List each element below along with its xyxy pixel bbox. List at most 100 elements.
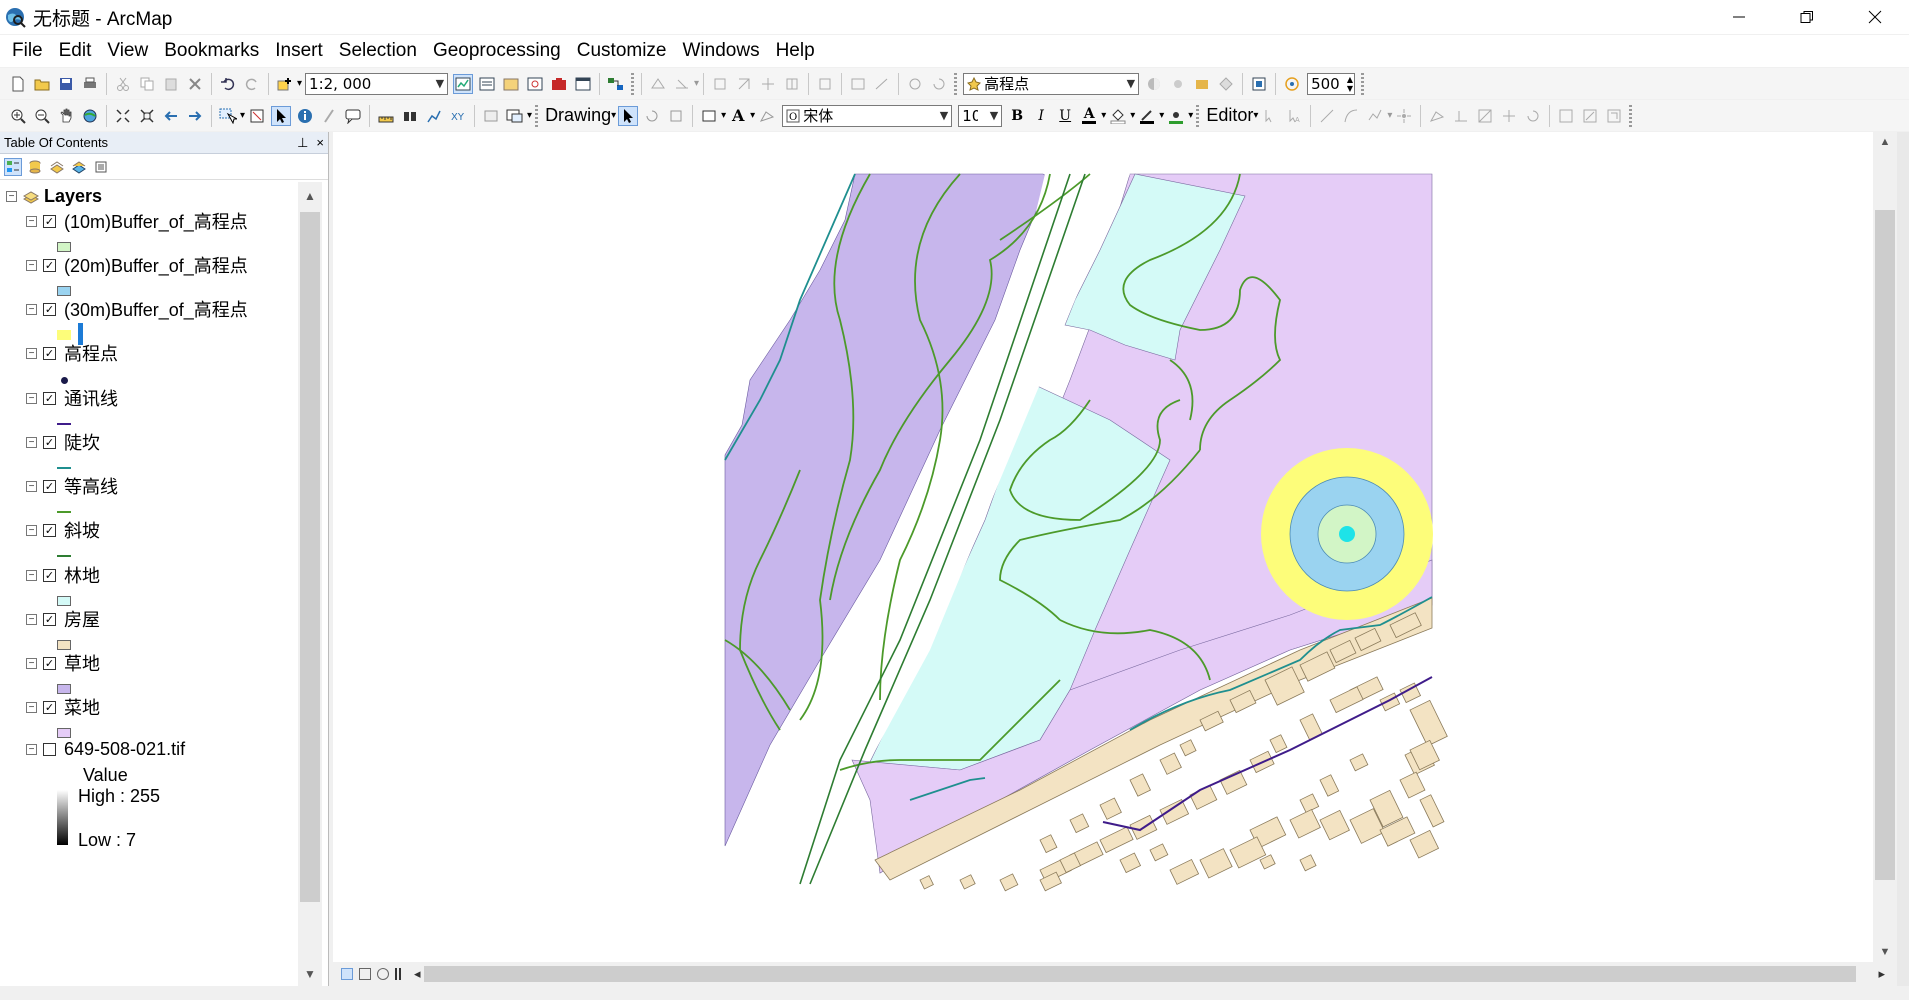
house-block[interactable] bbox=[1329, 686, 1364, 714]
house-block[interactable] bbox=[1399, 771, 1426, 799]
house-block[interactable] bbox=[1069, 813, 1090, 834]
collapse-icon[interactable]: − bbox=[26, 259, 37, 271]
new-text-icon[interactable]: A bbox=[728, 106, 748, 126]
layout-view-icon[interactable] bbox=[359, 968, 371, 980]
font-color-button[interactable]: A bbox=[1079, 106, 1099, 126]
house-block[interactable] bbox=[919, 875, 934, 890]
house-block[interactable] bbox=[1299, 793, 1320, 814]
rectangle-icon[interactable] bbox=[699, 106, 719, 126]
select-features-icon[interactable] bbox=[218, 106, 238, 126]
layer-buffer-10m[interactable]: − ✓ (10m)Buffer_of_高程点 bbox=[26, 208, 248, 234]
zoom-to-elements-icon[interactable] bbox=[666, 106, 686, 126]
legend-line-symbol[interactable] bbox=[57, 423, 71, 425]
layer-visibility-checkbox[interactable]: ✓ bbox=[43, 479, 56, 493]
find-route-icon[interactable] bbox=[424, 106, 444, 126]
menu-file[interactable]: File bbox=[4, 35, 51, 67]
split-tool-icon[interactable] bbox=[1499, 106, 1519, 126]
rotate-tool-icon[interactable] bbox=[1523, 106, 1543, 126]
house-block[interactable] bbox=[999, 873, 1019, 892]
fill-color-icon[interactable] bbox=[1108, 106, 1128, 126]
collapse-icon[interactable]: − bbox=[26, 215, 37, 227]
house-block[interactable] bbox=[1419, 794, 1445, 828]
save-icon[interactable] bbox=[56, 74, 76, 94]
layer-visibility-checkbox[interactable]: ✓ bbox=[43, 612, 56, 626]
layer-raster-tif[interactable]: − 649-508-021.tif bbox=[26, 739, 185, 760]
hyperlink-icon[interactable] bbox=[319, 106, 339, 126]
refresh-view-icon[interactable] bbox=[377, 968, 389, 980]
layer-visibility-checkbox[interactable]: ✓ bbox=[43, 258, 56, 272]
edit-vertices-icon[interactable] bbox=[648, 74, 668, 94]
scroll-up-icon[interactable]: ▲ bbox=[1873, 136, 1897, 148]
editor-dropdown-icon[interactable]: ▾ bbox=[1253, 110, 1258, 121]
edit-vertices-drawing-icon[interactable] bbox=[757, 106, 777, 126]
legend-fill-symbol[interactable] bbox=[57, 728, 71, 738]
straight-segment-icon[interactable] bbox=[1317, 106, 1337, 126]
close-button[interactable] bbox=[1841, 0, 1909, 34]
house-block[interactable] bbox=[1319, 774, 1340, 797]
rotate-element-icon[interactable] bbox=[642, 106, 662, 126]
layer-visibility-checkbox[interactable] bbox=[43, 743, 56, 756]
layer-visibility-checkbox[interactable]: ✓ bbox=[43, 435, 56, 449]
layer-comm-lines[interactable]: − ✓ 通讯线 bbox=[26, 385, 118, 411]
layer-forest[interactable]: − ✓ 林地 bbox=[26, 562, 100, 588]
layer-visibility-checkbox[interactable]: ✓ bbox=[43, 568, 56, 582]
edit-vertices-editor-icon[interactable] bbox=[1427, 106, 1447, 126]
collapse-icon[interactable]: − bbox=[26, 347, 37, 359]
menu-view[interactable]: View bbox=[99, 35, 156, 67]
house-block[interactable] bbox=[1159, 752, 1182, 775]
menu-windows[interactable]: Windows bbox=[675, 35, 768, 67]
effects-icon[interactable] bbox=[1192, 74, 1212, 94]
data-view-icon[interactable] bbox=[341, 968, 353, 980]
legend-fill-symbol[interactable] bbox=[57, 684, 71, 694]
underline-button[interactable]: U bbox=[1055, 106, 1075, 126]
legend-line-symbol[interactable] bbox=[57, 467, 71, 469]
create-viewer-icon[interactable] bbox=[505, 106, 525, 126]
pan-icon[interactable] bbox=[56, 106, 76, 126]
time-slider-icon[interactable] bbox=[481, 106, 501, 126]
data-frame-layers[interactable]: − Layers bbox=[6, 186, 102, 207]
layer-visibility-checkbox[interactable]: ✓ bbox=[43, 302, 56, 316]
house-block[interactable] bbox=[1179, 739, 1197, 757]
collapse-icon[interactable]: − bbox=[26, 613, 37, 625]
point-tool-icon[interactable] bbox=[1394, 106, 1414, 126]
sketch-properties-icon[interactable] bbox=[872, 74, 892, 94]
collapse-icon[interactable]: − bbox=[26, 436, 37, 448]
open-folder-icon[interactable] bbox=[32, 74, 52, 94]
add-data-dropdown-icon[interactable]: ▾ bbox=[297, 78, 302, 89]
model-builder-icon[interactable] bbox=[606, 74, 626, 94]
collapse-icon[interactable]: − bbox=[26, 744, 37, 755]
catalog-window-icon[interactable] bbox=[501, 74, 521, 94]
collapse-icon[interactable]: − bbox=[26, 701, 37, 713]
house-block[interactable] bbox=[1129, 773, 1152, 797]
collapse-icon[interactable]: − bbox=[26, 569, 37, 581]
restore-button[interactable] bbox=[1773, 0, 1841, 34]
pin-icon[interactable]: ⊥ bbox=[297, 135, 308, 151]
layer-buffer-30m[interactable]: − ✓ (30m)Buffer_of_高程点 bbox=[26, 296, 248, 322]
find-icon[interactable] bbox=[400, 106, 420, 126]
attributes-icon[interactable] bbox=[848, 74, 868, 94]
select-elements-icon[interactable] bbox=[271, 105, 292, 126]
menu-customize[interactable]: Customize bbox=[569, 35, 675, 67]
undo-icon[interactable] bbox=[218, 74, 238, 94]
list-by-selection-icon[interactable] bbox=[70, 158, 88, 176]
scroll-down-icon[interactable]: ▼ bbox=[298, 964, 322, 984]
list-by-drawing-order-icon[interactable] bbox=[4, 157, 22, 176]
legend-line-symbol[interactable] bbox=[57, 511, 71, 513]
minimize-button[interactable] bbox=[1705, 0, 1773, 34]
house-block[interactable] bbox=[1289, 808, 1321, 839]
extent-icon[interactable] bbox=[815, 74, 835, 94]
brightness-icon[interactable] bbox=[1168, 74, 1188, 94]
docked-window-strip[interactable] bbox=[1897, 132, 1909, 1000]
delete-icon[interactable] bbox=[185, 74, 205, 94]
house-block[interactable] bbox=[1349, 753, 1369, 772]
cut-polygons-icon[interactable] bbox=[1475, 106, 1495, 126]
menu-help[interactable]: Help bbox=[768, 35, 823, 67]
marker-color-icon[interactable] bbox=[1166, 106, 1186, 126]
collapse-icon[interactable]: − bbox=[26, 480, 37, 492]
line-color-icon[interactable] bbox=[1137, 106, 1157, 126]
editor-menu[interactable]: Editor bbox=[1206, 105, 1253, 126]
search-window-icon[interactable] bbox=[525, 74, 545, 94]
map-scroll-thumb[interactable] bbox=[1875, 210, 1895, 880]
editor-toolbar-icon[interactable] bbox=[453, 73, 474, 94]
house-block[interactable] bbox=[1039, 834, 1058, 854]
